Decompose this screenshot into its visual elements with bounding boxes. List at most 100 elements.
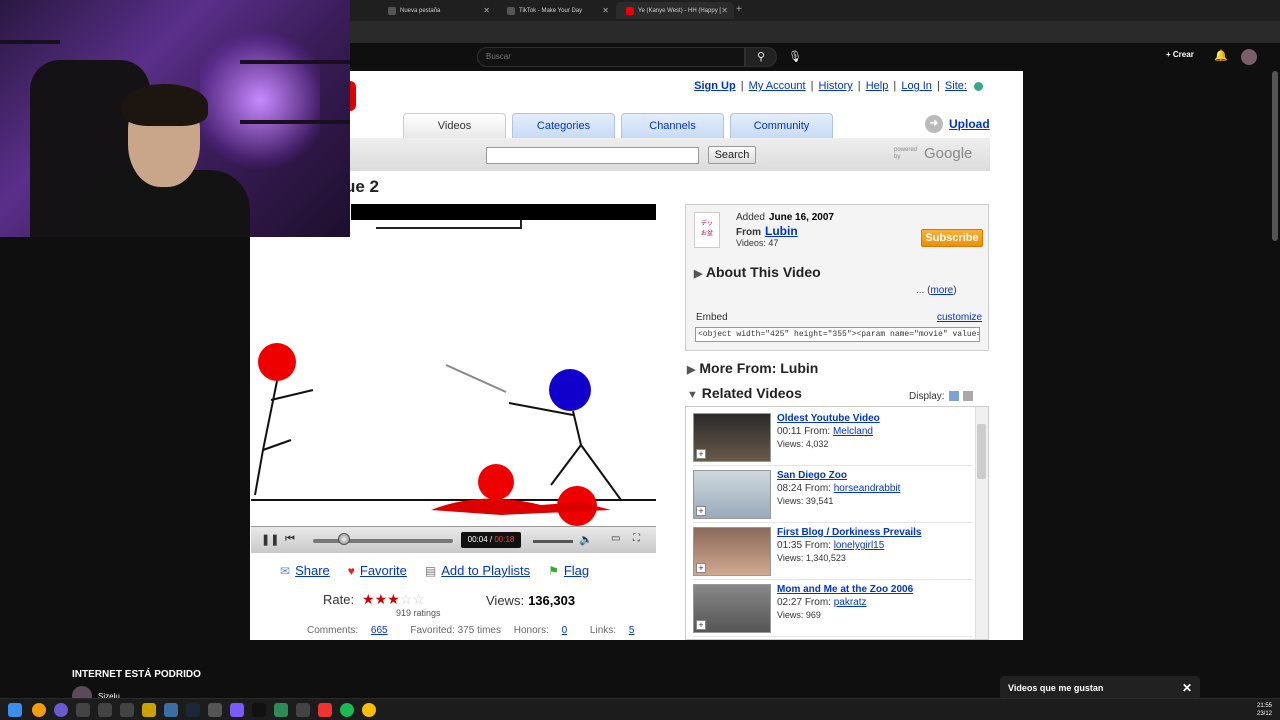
previous-icon[interactable]: ⏮: [285, 533, 295, 546]
related-scrollbar[interactable]: [975, 407, 988, 639]
list-item[interactable]: + Mom and Me at the Zoo 2006 02:27 From:…: [693, 582, 973, 637]
create-button[interactable]: + Crear: [1166, 50, 1194, 59]
old-search-input[interactable]: [486, 147, 699, 164]
video-thumbnail[interactable]: +: [693, 470, 771, 519]
close-icon[interactable]: ✕: [1182, 676, 1192, 700]
honors-link[interactable]: 0: [562, 625, 568, 636]
discord-icon[interactable]: [230, 703, 244, 717]
embed-code-field[interactable]: <object width="425" height="355"><param …: [695, 327, 980, 342]
star-icon[interactable]: ☆: [412, 591, 425, 607]
spotify-icon[interactable]: [340, 703, 354, 717]
links-link[interactable]: 5: [629, 625, 635, 636]
upload-button[interactable]: ➜ Upload: [925, 115, 990, 133]
seek-handle[interactable]: [337, 533, 350, 545]
customize-link[interactable]: customize: [937, 312, 982, 323]
youtube-search-input[interactable]: Buscar: [477, 47, 745, 67]
video-thumbnail[interactable]: +: [693, 527, 771, 576]
chrome-icon[interactable]: [362, 703, 376, 717]
account-avatar[interactable]: [1241, 49, 1257, 65]
related-user-link[interactable]: Melcland: [833, 426, 873, 437]
about-this-video-toggle[interactable]: ▶ About This Video: [694, 264, 821, 280]
seek-bar[interactable]: [313, 539, 453, 543]
flag-button[interactable]: ⚑ Flag: [548, 563, 589, 578]
video-thumbnail[interactable]: +: [693, 584, 771, 633]
add-to-playlists-button[interactable]: ▤ Add to Playlists: [425, 563, 530, 578]
related-user-link[interactable]: horseandrabbit: [834, 483, 901, 494]
tiktok-icon[interactable]: [252, 703, 266, 717]
video-thumbnail[interactable]: +: [693, 413, 771, 462]
related-videos-toggle[interactable]: ▼ Related Videos: [687, 385, 802, 401]
list-item[interactable]: + First Blog / Dorkiness Prevails 01:35 …: [693, 525, 973, 580]
fullscreen-icon[interactable]: ⛶: [633, 533, 640, 544]
windows-start-icon[interactable]: [8, 703, 22, 717]
new-tab-icon[interactable]: +: [736, 4, 742, 15]
search-icon[interactable]: [32, 703, 46, 717]
star-icon[interactable]: ★: [362, 591, 375, 607]
old-search-button[interactable]: Search: [708, 146, 756, 164]
liked-videos-panel[interactable]: Videos que me gustan ✕: [1000, 676, 1200, 700]
close-tab-icon[interactable]: ✕: [602, 6, 609, 15]
volume-icon[interactable]: 🔈: [579, 533, 593, 546]
tab-new-tab[interactable]: Nueva pestaña ✕: [378, 2, 496, 19]
close-tab-icon[interactable]: ✕: [721, 6, 728, 15]
app-icon[interactable]: [76, 703, 90, 717]
subscribe-button[interactable]: Subscribe: [921, 229, 983, 247]
history-link[interactable]: History: [819, 80, 853, 92]
app-icon[interactable]: [142, 703, 156, 717]
system-clock[interactable]: 21:55 23/12: [1257, 702, 1272, 718]
window-mode-icon[interactable]: ▭: [611, 533, 620, 544]
list-item[interactable]: + San Diego Zoo 08:24 From: horseandrabb…: [693, 468, 973, 523]
app-icon[interactable]: [98, 703, 112, 717]
site-link[interactable]: Site:: [945, 80, 967, 92]
related-title[interactable]: Mom and Me at the Zoo 2006: [777, 584, 913, 595]
microphone-icon[interactable]: 🎙: [788, 50, 802, 63]
favorite-button[interactable]: ♥ Favorite: [348, 563, 407, 578]
video-player[interactable]: [251, 204, 656, 554]
more-link[interactable]: more: [930, 285, 953, 296]
add-quicklist-icon[interactable]: +: [696, 563, 706, 573]
comments-link[interactable]: 665: [371, 625, 388, 636]
app-icon[interactable]: [164, 703, 178, 717]
app-icon[interactable]: [120, 703, 134, 717]
more-from-toggle[interactable]: ▶ More From: Lubin: [687, 360, 818, 376]
grid-view-icon[interactable]: [962, 391, 973, 402]
uploader-link[interactable]: Lubin: [765, 224, 798, 238]
app-icon[interactable]: [54, 703, 68, 717]
search-icon[interactable]: ⚲: [745, 47, 777, 67]
tab-community[interactable]: Community: [730, 113, 833, 138]
star-icon[interactable]: ★: [375, 591, 388, 607]
page-scrollbar[interactable]: [1272, 71, 1278, 241]
app-icon[interactable]: [274, 703, 288, 717]
related-title[interactable]: First Blog / Dorkiness Prevails: [777, 527, 922, 538]
list-item[interactable]: + Oldest Youtube Video 00:11 From: Melcl…: [693, 411, 973, 466]
app-icon[interactable]: [208, 703, 222, 717]
rating-stars[interactable]: ★★★☆☆: [362, 591, 425, 608]
tab-categories[interactable]: Categories: [512, 113, 615, 138]
list-view-icon[interactable]: [948, 391, 959, 402]
my-account-link[interactable]: My Account: [749, 80, 806, 92]
add-quicklist-icon[interactable]: +: [696, 620, 706, 630]
volume-slider[interactable]: [533, 540, 573, 543]
scrollbar-thumb[interactable]: [977, 424, 986, 479]
star-icon[interactable]: ☆: [400, 591, 413, 607]
uploader-avatar[interactable]: デッ お盆: [694, 212, 720, 248]
steam-icon[interactable]: [186, 703, 200, 717]
share-button[interactable]: ✉ Share: [280, 563, 330, 578]
add-quicklist-icon[interactable]: +: [696, 506, 706, 516]
related-user-link[interactable]: lonelygirl15: [834, 540, 885, 551]
log-in-link[interactable]: Log In: [901, 80, 932, 92]
app-icon[interactable]: [318, 703, 332, 717]
related-title[interactable]: San Diego Zoo: [777, 470, 847, 481]
tab-youtube[interactable]: Ye (Kanye West) - HH (Happy [ ✕: [616, 2, 734, 19]
help-link[interactable]: Help: [866, 80, 889, 92]
notifications-bell-icon[interactable]: 🔔: [1214, 49, 1228, 62]
app-icon[interactable]: [296, 703, 310, 717]
pause-icon[interactable]: ❚❚: [261, 533, 279, 546]
add-quicklist-icon[interactable]: +: [696, 449, 706, 459]
tab-videos[interactable]: Videos: [403, 113, 506, 138]
close-tab-icon[interactable]: ✕: [483, 6, 490, 15]
tab-tiktok[interactable]: TikTok - Make Your Day ✕: [497, 2, 615, 19]
related-user-link[interactable]: pakratz: [834, 597, 867, 608]
tab-channels[interactable]: Channels: [621, 113, 724, 138]
related-title[interactable]: Oldest Youtube Video: [777, 413, 880, 424]
